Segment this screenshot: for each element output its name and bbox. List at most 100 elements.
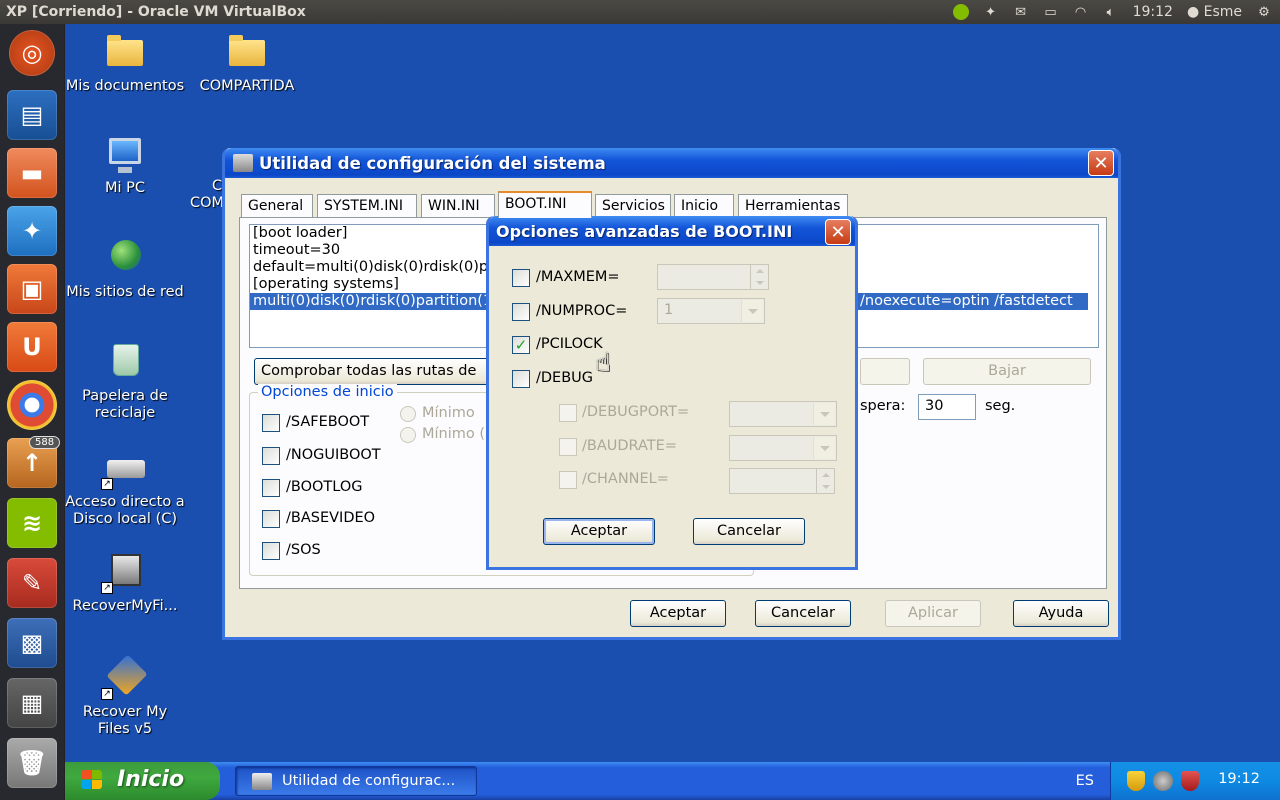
chevron-down-icon[interactable] xyxy=(813,437,835,459)
bootlog-checkbox[interactable] xyxy=(262,479,280,497)
dropbox-tray-icon[interactable]: ✦ xyxy=(983,4,999,20)
recover-app-icon: ↗ xyxy=(101,550,149,594)
debug-checkbox[interactable] xyxy=(512,370,530,388)
desktop-icon-label: Mis sitios de red xyxy=(66,284,184,300)
desktop-icon-mis-sitios[interactable]: Mis sitios de red xyxy=(65,236,185,301)
network-icon[interactable] xyxy=(1153,771,1173,791)
battery-icon[interactable]: ▭ xyxy=(1043,4,1059,20)
window-title: XP [Corriendo] - Oracle VM VirtualBox xyxy=(6,4,306,20)
mail-icon[interactable]: ✉ xyxy=(1013,4,1029,20)
start-button[interactable]: Inicio xyxy=(65,762,220,800)
trash-icon[interactable]: 🗑︎ xyxy=(7,738,57,788)
debugport-select[interactable] xyxy=(729,401,837,427)
tab-inicio[interactable]: Inicio xyxy=(674,194,734,217)
ubuntu-clock[interactable]: 19:12 xyxy=(1133,4,1173,20)
desktop-icon-compartida[interactable]: COMPARTIDA xyxy=(187,30,307,95)
close-icon[interactable]: ✕ xyxy=(1088,150,1114,176)
maxmem-input[interactable] xyxy=(657,264,769,290)
tab-system-ini[interactable]: SYSTEM.INI xyxy=(317,194,417,217)
debugport-checkbox[interactable] xyxy=(559,404,577,422)
numproc-select[interactable]: 1 xyxy=(657,298,765,324)
dropbox-icon[interactable]: ✦ xyxy=(7,206,57,256)
virtualbox-icon[interactable]: ▩ xyxy=(7,618,57,668)
tab-general[interactable]: General xyxy=(241,194,313,217)
noguiboot-checkbox[interactable] xyxy=(262,447,280,465)
move-down-button[interactable]: Bajar xyxy=(923,358,1091,385)
xp-taskbar: Inicio Utilidad de configurac... ES 19:1… xyxy=(65,762,1280,800)
tab-herramientas[interactable]: Herramientas xyxy=(738,194,848,217)
volume-icon[interactable]: 🔈︎ xyxy=(1103,4,1119,20)
update-count-badge: 588 xyxy=(29,436,61,449)
gear-icon[interactable]: ⚙ xyxy=(1256,4,1272,20)
desktop-icon-recover-v5[interactable]: ↗ Recover My Files v5 xyxy=(65,654,185,738)
desktop-icon-label: Mi PC xyxy=(104,180,146,196)
accept-button[interactable]: Aceptar xyxy=(630,600,726,627)
update-manager-icon[interactable]: 588 ↑ xyxy=(7,436,61,488)
safeboot-checkbox[interactable] xyxy=(262,414,280,432)
timeout-input[interactable]: 30 xyxy=(918,394,976,420)
sos-checkbox[interactable] xyxy=(262,542,280,560)
channel-input[interactable] xyxy=(729,468,835,494)
numproc-checkbox[interactable] xyxy=(512,303,530,321)
advanced-accept-button[interactable]: Aceptar xyxy=(543,518,655,545)
debug-label: /DEBUG xyxy=(536,370,594,386)
chrome-icon[interactable] xyxy=(7,380,57,430)
tab-servicios[interactable]: Servicios xyxy=(595,194,671,217)
timeout-label: spera: xyxy=(860,398,906,414)
tab-boot-ini[interactable]: BOOT.INI xyxy=(498,191,592,218)
check-all-paths-button[interactable]: Comprobar todas las rutas de xyxy=(254,358,499,385)
user-menu[interactable]: ● Esme xyxy=(1187,4,1242,20)
desktop-icon-disco-local[interactable]: ↗ Acceso directo a Disco local (C) xyxy=(65,446,185,528)
baudrate-checkbox[interactable] xyxy=(559,438,577,456)
security-shield-icon[interactable] xyxy=(1127,771,1145,791)
msconfig-titlebar[interactable]: Utilidad de configuración del sistema xyxy=(225,148,1118,178)
chevron-down-icon[interactable] xyxy=(741,300,763,322)
wifi-icon[interactable]: ◠ xyxy=(1073,4,1089,20)
advanced-titlebar[interactable]: Opciones avanzadas de BOOT.INI xyxy=(489,216,855,246)
desktop-icon-papelera[interactable]: Papelera de reciclaje xyxy=(65,340,185,422)
workspace-switcher-icon[interactable]: ▦ xyxy=(7,678,57,728)
noguiboot-label: /NOGUIBOOT xyxy=(286,447,381,463)
recycle-bin-icon xyxy=(101,340,149,384)
system-settings-icon[interactable]: ✎ xyxy=(7,558,57,608)
tab-win-ini[interactable]: WIN.INI xyxy=(421,194,495,217)
apply-button[interactable]: Aplicar xyxy=(885,600,981,627)
advanced-title: Opciones avanzadas de BOOT.INI xyxy=(496,221,793,241)
ubuntu-one-icon[interactable]: U xyxy=(7,322,57,372)
software-center-icon[interactable]: ▣ xyxy=(7,264,57,314)
boot-line-head: multi(0)disk(0)rdisk(0)partition(1 xyxy=(253,293,493,309)
radio-minimo-alt[interactable] xyxy=(400,427,416,443)
maxmem-label: /MAXMEM= xyxy=(536,269,620,285)
taskbar-item-msconfig[interactable]: Utilidad de configurac... xyxy=(235,766,477,796)
close-icon[interactable]: ✕ xyxy=(825,219,851,245)
taskbar-item-label: Utilidad de configurac... xyxy=(282,773,456,789)
desktop-icon-mi-pc[interactable]: Mi PC xyxy=(65,132,185,197)
numproc-label: /NUMPROC= xyxy=(536,303,628,319)
move-up-button[interactable] xyxy=(860,358,910,385)
spin-icon[interactable] xyxy=(816,469,834,493)
baudrate-select[interactable] xyxy=(729,435,837,461)
xp-clock[interactable]: 19:12 xyxy=(1218,771,1260,787)
spotify-icon[interactable]: ≋ xyxy=(7,498,57,548)
pcilock-checkbox[interactable]: ✓ xyxy=(512,336,530,354)
basevideo-checkbox[interactable] xyxy=(262,510,280,528)
antivirus-icon[interactable] xyxy=(1181,771,1199,791)
windows-logo-icon xyxy=(81,770,103,790)
ubuntu-dash-icon[interactable]: ◎ xyxy=(9,30,55,76)
advanced-cancel-button[interactable]: Cancelar xyxy=(693,518,805,545)
spin-icon[interactable] xyxy=(750,265,768,289)
spotify-tray-icon[interactable] xyxy=(952,4,969,20)
language-indicator[interactable]: ES xyxy=(1076,762,1094,800)
writer-icon[interactable]: ▤ xyxy=(7,90,57,140)
help-button[interactable]: Ayuda xyxy=(1013,600,1109,627)
msconfig-title: Utilidad de configuración del sistema xyxy=(259,153,606,173)
cancel-button[interactable]: Cancelar xyxy=(755,600,851,627)
desktop-icon-recovermyfi[interactable]: ↗ RecoverMyFi... xyxy=(65,550,185,615)
radio-minimo[interactable] xyxy=(400,406,416,422)
desktop-icon-mis-documentos[interactable]: Mis documentos xyxy=(65,30,185,95)
channel-checkbox[interactable] xyxy=(559,471,577,489)
boot-options-title: Opciones de inicio xyxy=(258,384,397,400)
files-icon[interactable]: ▬ xyxy=(7,148,57,198)
maxmem-checkbox[interactable] xyxy=(512,269,530,287)
chevron-down-icon[interactable] xyxy=(813,403,835,425)
